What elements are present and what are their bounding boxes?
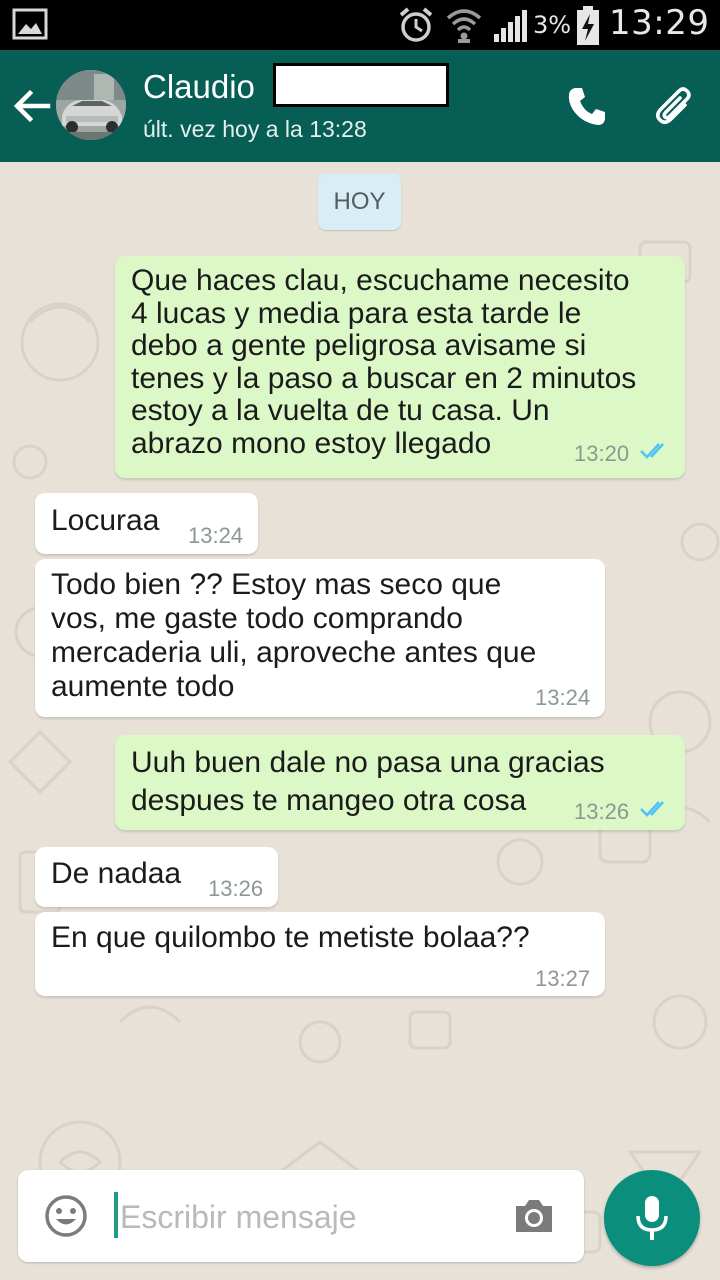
incoming-message[interactable]: De nadaa 13:26 xyxy=(35,847,278,907)
message-text: Que haces clau, escuchame necesito 4 luc… xyxy=(131,264,637,460)
status-time: 13:29 xyxy=(609,3,710,43)
message-text: De nadaa xyxy=(51,857,182,890)
message-text: Locuraa xyxy=(51,504,160,537)
incoming-message[interactable]: Todo bien ?? Estoy mas seco que vos, me … xyxy=(35,559,605,717)
message-time: 13:27 xyxy=(535,966,591,991)
chat-header: Claudio últ. vez hoy a la 13:28 xyxy=(0,50,720,162)
voice-record-button[interactable] xyxy=(604,1170,700,1266)
incoming-message[interactable]: Locuraa 13:24 xyxy=(35,493,258,554)
redaction-box xyxy=(273,63,449,107)
avatar[interactable] xyxy=(56,70,126,140)
message-time: 13:20 xyxy=(574,441,630,466)
microphone-icon xyxy=(636,1196,668,1240)
date-separator: HOY xyxy=(318,174,401,230)
battery-percent: 3% xyxy=(533,11,572,39)
emoji-icon[interactable] xyxy=(44,1194,88,1238)
message-time: 13:26 xyxy=(208,876,264,901)
signal-icon xyxy=(494,10,527,42)
gallery-icon xyxy=(12,8,48,40)
message-input[interactable] xyxy=(118,1188,502,1246)
car-photo xyxy=(56,70,126,140)
contact-name[interactable]: Claudio xyxy=(143,68,255,106)
message-text: Uuh buen dale no pasa una gracias despue… xyxy=(131,746,605,817)
incoming-message[interactable]: En que quilombo te metiste bolaa?? 13:27 xyxy=(35,912,605,996)
message-time: 13:24 xyxy=(188,523,244,548)
chat-area[interactable]: HOY Que haces clau, escuchame necesito 4… xyxy=(0,162,720,1280)
alarm-icon xyxy=(399,7,433,42)
message-composer xyxy=(18,1170,584,1262)
phone-icon[interactable] xyxy=(565,84,609,128)
wifi-icon xyxy=(446,9,482,43)
read-receipt-icon xyxy=(640,801,664,817)
message-text: Todo bien ?? Estoy mas seco que vos, me … xyxy=(51,568,537,703)
camera-icon[interactable] xyxy=(512,1196,556,1236)
battery-charging-icon xyxy=(577,6,599,45)
read-receipt-icon xyxy=(640,443,664,459)
outgoing-message[interactable]: Uuh buen dale no pasa una gracias despue… xyxy=(115,735,685,830)
message-text: En que quilombo te metiste bolaa?? xyxy=(51,921,530,954)
back-arrow-icon[interactable] xyxy=(10,84,54,128)
outgoing-message[interactable]: Que haces clau, escuchame necesito 4 luc… xyxy=(115,256,685,478)
last-seen-status: últ. vez hoy a la 13:28 xyxy=(143,116,367,142)
paperclip-icon[interactable] xyxy=(652,84,698,130)
message-time: 13:24 xyxy=(535,685,591,710)
status-bar: 3% 13:29 xyxy=(0,0,720,50)
message-time: 13:26 xyxy=(574,799,630,824)
